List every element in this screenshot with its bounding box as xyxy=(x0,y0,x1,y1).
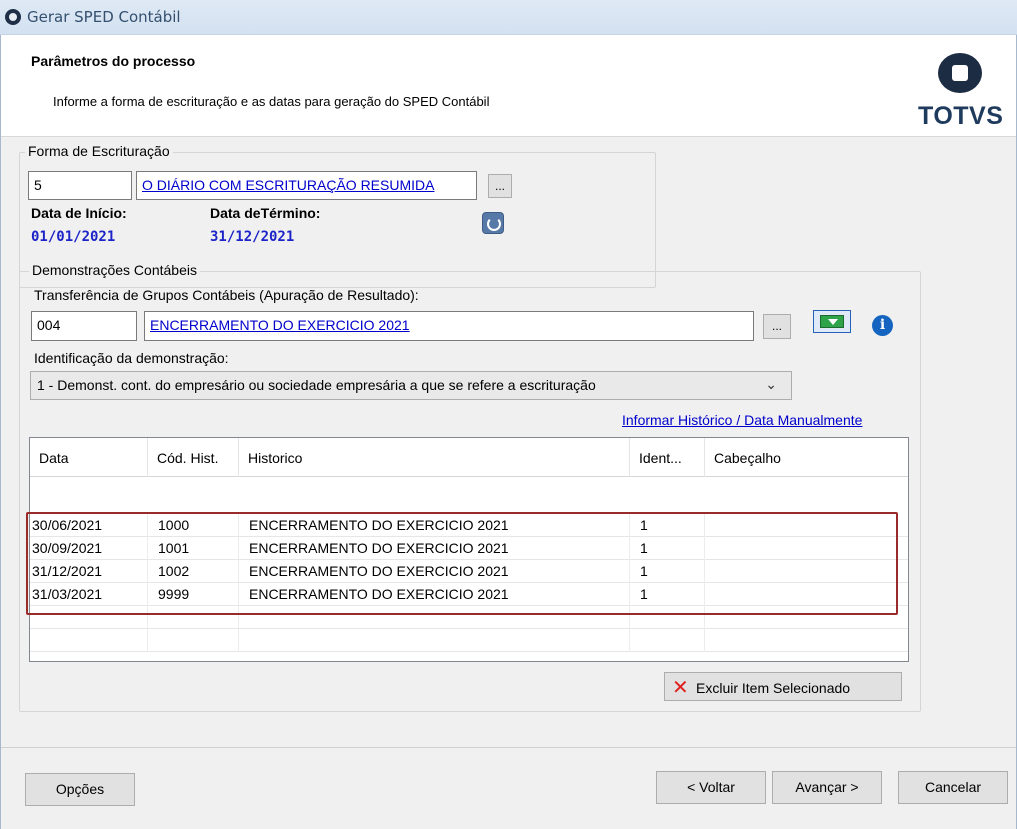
transfer-description-text: ENCERRAMENTO DO EXERCICIO 2021 xyxy=(150,317,410,333)
forma-description-text: O DIÁRIO COM ESCRITURAÇÃO RESUMIDA xyxy=(142,177,435,193)
end-date-value: 31/12/2021 xyxy=(210,229,295,245)
app-logo-icon xyxy=(5,9,21,25)
transfer-description-field[interactable]: ENCERRAMENTO DO EXERCICIO 2021 xyxy=(144,311,754,341)
cancel-button[interactable]: Cancelar xyxy=(898,771,1008,804)
options-button[interactable]: Opções xyxy=(25,773,135,806)
column-header-data[interactable]: Data xyxy=(30,438,148,477)
forma-escrituracao-legend: Forma de Escrituração xyxy=(25,143,173,159)
ident-select[interactable]: 1 - Demonst. cont. do empresário ou soci… xyxy=(30,371,792,400)
chevron-down-icon: ⌄ xyxy=(765,376,777,392)
title-bar: Gerar SPED Contábil xyxy=(0,0,1017,35)
delete-selected-label: Excluir Item Selecionado xyxy=(696,680,851,696)
column-header-historico[interactable]: Historico xyxy=(239,438,630,477)
window-title: Gerar SPED Contábil xyxy=(27,8,181,26)
refresh-icon[interactable] xyxy=(482,212,504,234)
manual-entry-link[interactable]: Informar Histórico / Data Manualmente xyxy=(622,412,862,428)
transfer-label: Transferência de Grupos Contábeis (Apura… xyxy=(34,287,419,303)
back-button[interactable]: < Voltar xyxy=(656,771,766,804)
ident-selected-value: 1 - Demonst. cont. do empresário ou soci… xyxy=(37,377,596,393)
end-date-label: Data deTérmino: xyxy=(210,205,321,221)
ident-label: Identificação da demonstração: xyxy=(34,350,229,366)
page-title: Parâmetros do processo xyxy=(31,53,196,69)
grid-header: Data Cód. Hist. Historico Ident... Cabeç… xyxy=(30,438,908,477)
forma-description-field[interactable]: O DIÁRIO COM ESCRITURAÇÃO RESUMIDA xyxy=(136,171,477,200)
empty-cell xyxy=(148,629,239,652)
page-subtitle: Informe a forma de escrituração e as dat… xyxy=(53,94,490,109)
green-dropdown-icon xyxy=(820,315,844,328)
column-header-cod-hist[interactable]: Cód. Hist. xyxy=(148,438,239,477)
wizard-header: Parâmetros do processo Informe a forma d… xyxy=(1,35,1016,137)
wizard-window: Parâmetros do processo Informe a forma d… xyxy=(0,35,1017,829)
footer-separator xyxy=(1,747,1016,748)
column-header-cabecalho[interactable]: Cabeçalho xyxy=(705,438,908,477)
column-header-ident[interactable]: Ident... xyxy=(630,438,705,477)
transfer-lookup-button[interactable]: ... xyxy=(763,314,791,339)
empty-row xyxy=(30,629,908,652)
info-icon[interactable]: i xyxy=(872,315,893,336)
red-x-icon: ✕ xyxy=(672,677,689,699)
delete-selected-button[interactable]: ✕ Excluir Item Selecionado xyxy=(664,672,902,701)
forma-code-field[interactable]: 5 xyxy=(28,171,132,200)
start-date-value: 01/01/2021 xyxy=(31,229,116,245)
transfer-code-field[interactable]: 004 xyxy=(31,311,137,341)
empty-cell xyxy=(239,629,630,652)
next-button[interactable]: Avançar > xyxy=(772,771,882,804)
totvs-logo-text: TOTVS xyxy=(918,102,1004,130)
selection-highlight-box xyxy=(26,512,898,615)
start-date-label: Data de Início: xyxy=(31,205,127,221)
green-dropdown-button[interactable] xyxy=(813,310,851,333)
forma-lookup-button[interactable]: ... xyxy=(488,174,512,198)
demonstracoes-legend: Demonstrações Contábeis xyxy=(29,262,200,278)
empty-cell xyxy=(630,629,705,652)
empty-cell xyxy=(30,629,148,652)
totvs-logo-icon xyxy=(938,53,982,93)
